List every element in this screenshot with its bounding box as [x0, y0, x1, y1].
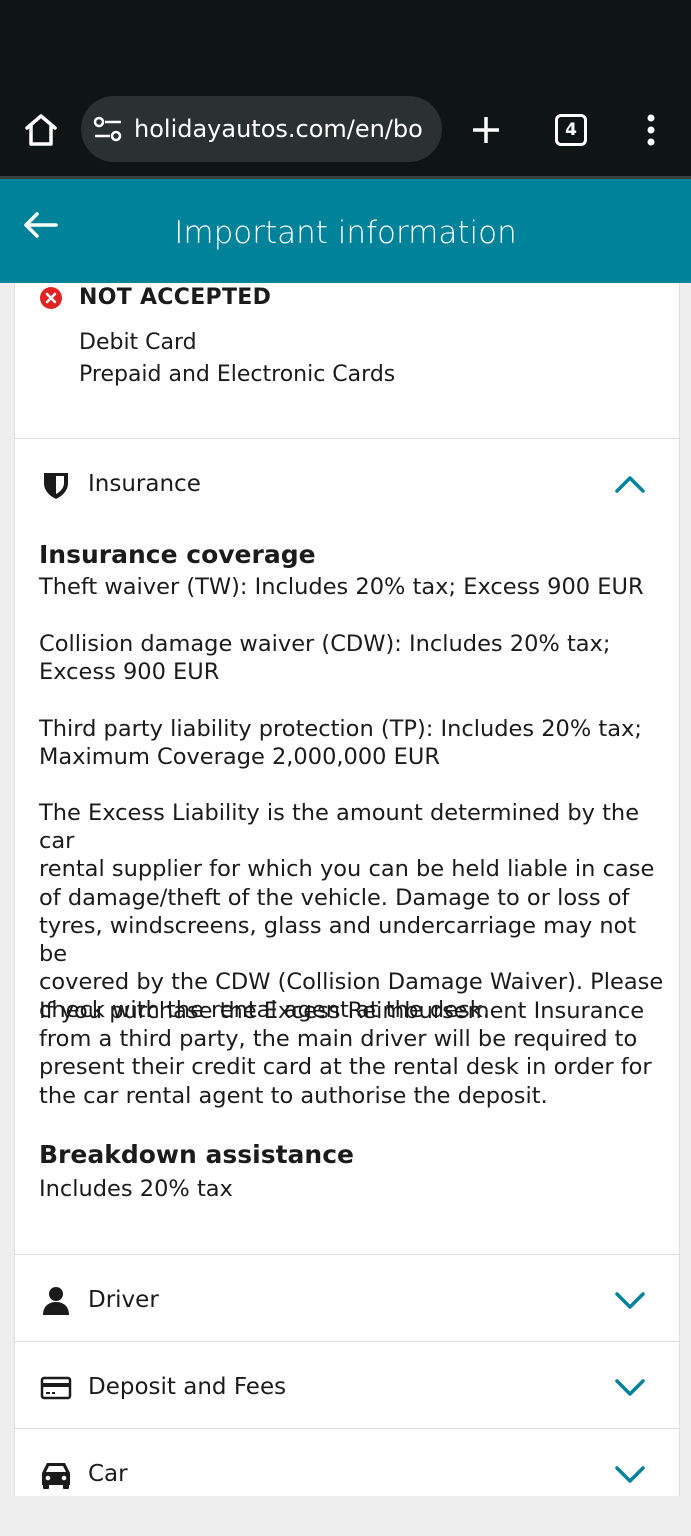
insurance-paragraph: Third party liability protection (TP): I…	[39, 716, 642, 771]
insurance-coverage-heading: Insurance coverage	[39, 540, 316, 569]
chevron-up-icon[interactable]	[613, 471, 647, 497]
section-label: Driver	[88, 1287, 159, 1313]
more-vertical-icon[interactable]	[636, 110, 666, 150]
divider	[15, 1254, 679, 1255]
insurance-paragraph: Collision damage waiver (CDW): Includes …	[39, 631, 611, 686]
info-content: NOT ACCEPTED Debit Card Prepaid and Elec…	[14, 283, 680, 1496]
section-driver[interactable]: Driver	[15, 1257, 679, 1343]
app-header: Important information	[0, 179, 691, 283]
tab-switcher-button[interactable]: 4	[555, 114, 587, 146]
section-label: Deposit and Fees	[88, 1374, 287, 1400]
insurance-paragraph: The Excess Liability is the amount deter…	[39, 800, 664, 1024]
page-background	[0, 1496, 691, 1536]
section-deposit-and-fees[interactable]: Deposit and Fees	[15, 1344, 679, 1430]
page-title: Important information	[174, 215, 517, 251]
section-label: Insurance	[88, 471, 201, 497]
not-accepted-item: Debit Card	[79, 330, 197, 355]
person-icon	[39, 1286, 73, 1316]
section-insurance[interactable]: Insurance	[15, 441, 679, 527]
plus-icon[interactable]	[466, 110, 506, 150]
not-accepted-title: NOT ACCEPTED	[79, 285, 272, 310]
chevron-down-icon[interactable]	[613, 1287, 647, 1313]
chevron-down-icon[interactable]	[613, 1374, 647, 1400]
not-accepted-item: Prepaid and Electronic Cards	[79, 362, 396, 387]
home-icon[interactable]	[20, 108, 62, 152]
tune-icon[interactable]	[93, 116, 123, 142]
error-icon	[40, 287, 62, 309]
divider	[15, 438, 679, 439]
divider	[15, 1341, 679, 1342]
address-bar[interactable]: holidayautos.com/en/bo	[81, 96, 442, 162]
divider	[15, 1428, 679, 1429]
insurance-paragraph: Theft waiver (TW): Includes 20% tax; Exc…	[39, 574, 644, 600]
section-car[interactable]: Car	[15, 1431, 679, 1496]
url-text: holidayautos.com/en/bo	[134, 115, 423, 143]
status-bar	[0, 0, 691, 88]
chevron-down-icon[interactable]	[613, 1461, 647, 1487]
breakdown-text: Includes 20% tax	[39, 1176, 233, 1202]
insurance-paragraph: If you purchase the Excess Reimbursement…	[39, 998, 652, 1109]
car-icon	[39, 1460, 73, 1490]
credit-card-icon	[39, 1373, 73, 1403]
arrow-left-icon[interactable]	[18, 203, 62, 247]
shield-icon	[39, 470, 73, 500]
breakdown-heading: Breakdown assistance	[39, 1140, 354, 1169]
section-label: Car	[88, 1461, 128, 1487]
